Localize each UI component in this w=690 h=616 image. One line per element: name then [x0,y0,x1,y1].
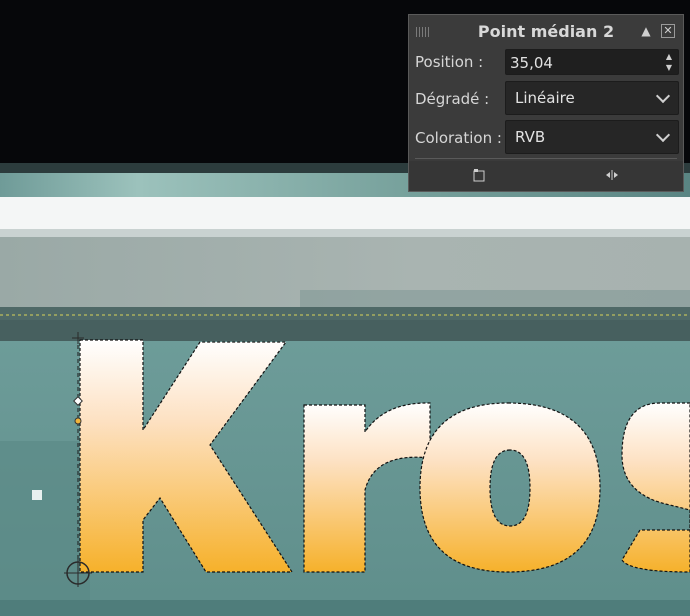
center-split-icon[interactable] [604,167,620,183]
close-icon[interactable]: ✕ [661,24,675,38]
coloring-select[interactable]: RVB [505,120,679,154]
gradient-select[interactable]: Linéaire [505,81,679,115]
position-input[interactable]: 35,04 ▲ ▼ [505,49,679,75]
panel-divider [415,158,677,159]
midpoint-handle-2 [74,417,82,425]
spin-up-icon[interactable]: ▲ [664,52,674,62]
coloring-label: Coloration : [415,129,502,147]
panel-footer [409,161,683,191]
coloring-value: RVB [515,128,546,146]
chevron-down-icon [655,88,671,104]
midpoint-panel: Point médian 2 ▲ ✕ Position : 35,04 ▲ ▼ … [408,14,684,192]
new-tab-icon[interactable] [471,167,487,183]
position-label: Position : [415,53,484,71]
eject-icon[interactable]: ▲ [639,24,653,38]
gradient-value: Linéaire [515,89,575,107]
position-value[interactable]: 35,04 [510,54,553,72]
gradient-label: Dégradé : [415,90,490,108]
panel-titlebar[interactable]: Point médian 2 ▲ ✕ [409,15,683,49]
spin-down-icon[interactable]: ▼ [664,63,674,73]
chevron-down-icon [655,127,671,143]
